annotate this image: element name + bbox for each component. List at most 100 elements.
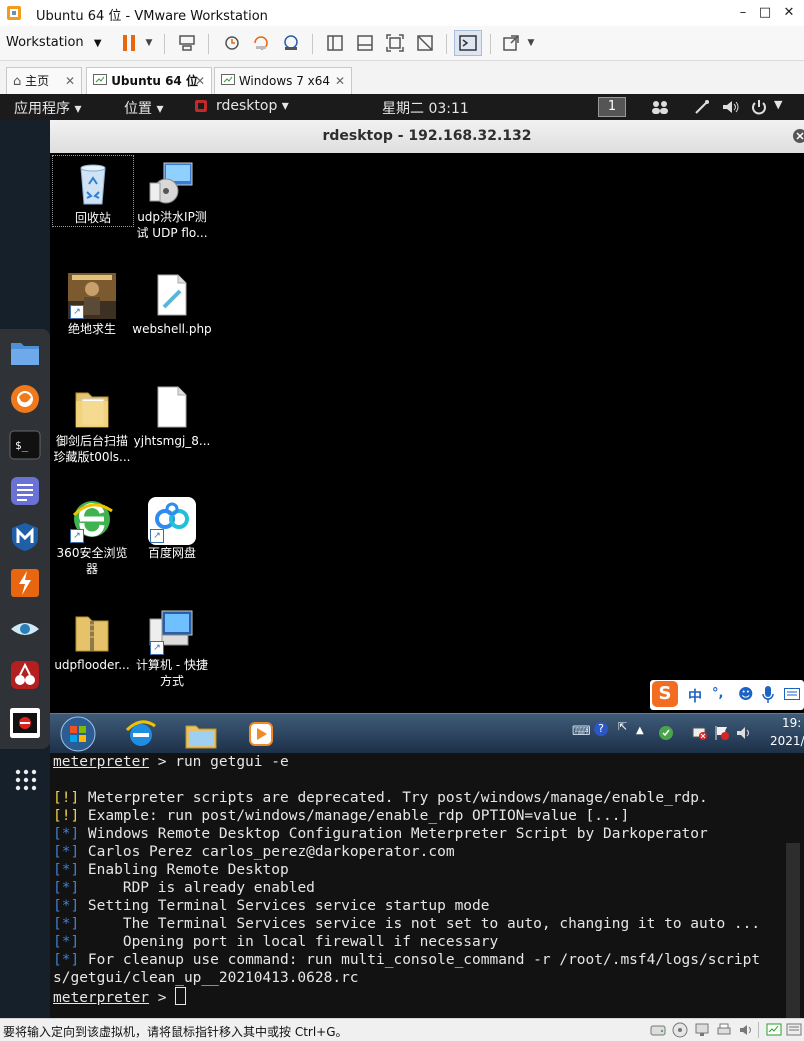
vm-tabs: ⌂ 主页 ✕ Ubuntu 64 位 ✕ Windows 7 x64 ✕: [0, 61, 804, 94]
workstation-menu[interactable]: Workstation ▼: [6, 30, 102, 56]
blank-file-icon: [157, 386, 187, 428]
system-menu-chevron-icon[interactable]: ▼: [774, 98, 782, 111]
help-icon[interactable]: ?: [594, 722, 608, 736]
tab-ubuntu[interactable]: Ubuntu 64 位 ✕: [86, 67, 212, 94]
close-button[interactable]: ✕: [778, 2, 800, 24]
shortcut-arrow-icon: ↗: [70, 529, 84, 543]
show-applications-icon[interactable]: [14, 768, 38, 792]
tab-windows7[interactable]: Windows 7 x64 ✕: [214, 67, 352, 94]
icon-label: 御剑后台扫描珍藏版t00ls...: [53, 434, 131, 464]
media-player-icon[interactable]: [244, 718, 278, 750]
rdesktop-title-bar[interactable]: rdesktop - 192.168.32.132: [50, 120, 804, 154]
minimize-button[interactable]: –: [732, 2, 754, 24]
vmware-toolbar: Workstation ▼ ▼ ▼: [0, 26, 804, 61]
show-library-button[interactable]: [322, 30, 348, 56]
tab-home[interactable]: ⌂ 主页 ✕: [6, 67, 82, 94]
workspace-indicator[interactable]: 1: [598, 97, 626, 117]
revert-snapshot-button[interactable]: [248, 30, 274, 56]
files-icon[interactable]: [9, 337, 41, 369]
thumbnail-bar-button[interactable]: [352, 30, 378, 56]
vm-display-status-icon[interactable]: [766, 1022, 782, 1038]
ime-chinese-mode[interactable]: 中: [688, 686, 702, 706]
metasploit-icon[interactable]: [9, 521, 41, 553]
network-error-icon[interactable]: [692, 725, 708, 741]
close-icon[interactable]: [792, 128, 804, 144]
soft-keyboard-icon[interactable]: [784, 688, 800, 700]
windows-start-orb-icon[interactable]: [58, 716, 98, 752]
tab-close-icon[interactable]: ✕: [335, 68, 345, 94]
icon-label: 百度网盘: [147, 546, 196, 560]
tray-date[interactable]: 2021/: [770, 734, 804, 748]
icon-label: 360安全浏览器: [56, 546, 128, 576]
desktop-icon-yujian-folder[interactable]: 御剑后台扫描珍藏版t00ls...: [52, 379, 132, 465]
console-view-button[interactable]: [454, 30, 482, 56]
restore-tray-icon[interactable]: ⇱: [618, 720, 627, 733]
full-screen-button[interactable]: [382, 30, 408, 56]
cherrytree-icon[interactable]: [9, 659, 41, 691]
network-icon[interactable]: [694, 99, 710, 115]
maximize-button[interactable]: □: [754, 2, 776, 24]
rdesktop-window[interactable]: rdesktop - 192.168.32.132 回收站 ↗ 绝地求生 御剑后…: [50, 120, 804, 1018]
action-center-flag-icon[interactable]: [714, 725, 730, 741]
stretch-dropdown-icon[interactable]: ▼: [524, 30, 538, 56]
desktop-icon-pubg[interactable]: ↗ 绝地求生: [52, 267, 132, 337]
terminal[interactable]: meterpreter > run getgui -e [!] Meterpre…: [50, 753, 804, 1018]
message-log-icon[interactable]: [786, 1022, 802, 1038]
keyboard-tray-icon[interactable]: ⌨: [572, 724, 591, 739]
terminal-line: [!] Meterpreter scripts are deprecated. …: [53, 789, 708, 807]
power-icon[interactable]: [750, 98, 768, 116]
sound-card-icon[interactable]: [738, 1022, 754, 1038]
cd-drive-icon[interactable]: [672, 1022, 688, 1038]
send-ctrl-alt-del-button[interactable]: [174, 30, 200, 56]
terminal-scrollbar[interactable]: [786, 843, 800, 1018]
emoji-icon[interactable]: ☻: [738, 685, 754, 703]
terminal-cursor[interactable]: [175, 987, 187, 1005]
snapshot-manager-button[interactable]: [278, 30, 304, 56]
volume-icon[interactable]: [722, 99, 740, 115]
show-hidden-icons-icon[interactable]: ▲: [636, 725, 644, 736]
firefox-icon[interactable]: [9, 383, 41, 415]
hard-disk-icon[interactable]: [650, 1023, 666, 1037]
network-adapter-icon[interactable]: [694, 1022, 710, 1038]
unity-button[interactable]: [412, 30, 438, 56]
internet-explorer-icon[interactable]: [124, 718, 158, 750]
desktop-icon-webshell[interactable]: webshell.php: [132, 267, 212, 337]
desktop-icon-baidu-netdisk[interactable]: ↗ 百度网盘: [132, 491, 212, 561]
microphone-icon[interactable]: [762, 686, 774, 704]
text-editor-icon[interactable]: [9, 475, 41, 507]
sogou-ime-bar[interactable]: S 中 °, ☻: [650, 680, 804, 710]
clock[interactable]: 星期二 03:11: [382, 98, 469, 118]
eye-tool-icon[interactable]: [9, 613, 41, 645]
applications-menu[interactable]: 应用程序 ▾: [14, 98, 81, 118]
rdesktop-app-menu[interactable]: rdesktop ▾: [216, 98, 289, 114]
unity-icon: [417, 35, 433, 51]
tab-close-icon[interactable]: ✕: [195, 68, 205, 94]
desktop-icon-computer[interactable]: ↗ 计算机 - 快捷方式: [132, 603, 212, 689]
printer-icon[interactable]: [716, 1022, 732, 1038]
stretch-guest-button[interactable]: [498, 30, 524, 56]
users-icon[interactable]: [650, 99, 670, 115]
tab-close-icon[interactable]: ✕: [65, 68, 75, 94]
tray-time[interactable]: 19:: [782, 716, 801, 730]
pause-dropdown-icon[interactable]: ▼: [142, 30, 156, 56]
desktop-icon-udpflooder[interactable]: udpflooder...: [52, 603, 132, 673]
pause-button[interactable]: [116, 30, 142, 56]
terminal-icon[interactable]: $_: [9, 429, 41, 461]
blocked-app-icon[interactable]: [9, 707, 41, 739]
windows-explorer-icon[interactable]: [184, 718, 218, 750]
snapshot-button[interactable]: [218, 30, 244, 56]
burpsuite-icon[interactable]: [9, 567, 41, 599]
sogou-logo-icon[interactable]: S: [652, 681, 678, 707]
desktop-icon-recycle-bin[interactable]: 回收站: [52, 155, 134, 227]
vm-display[interactable]: 应用程序 ▾ 位置 ▾ rdesktop ▾ 星期二 03:11 1 ▼ rde…: [0, 94, 804, 1018]
command-text: >: [149, 990, 176, 1006]
desktop-icon-360-browser[interactable]: ↗ 360安全浏览器: [52, 491, 132, 577]
security-flag-icon[interactable]: [658, 725, 674, 741]
windows-desktop[interactable]: 回收站 ↗ 绝地求生 御剑后台扫描珍藏版t00ls... ↗ 360安全浏览器 …: [50, 153, 804, 713]
terminal-line: [*] Enabling Remote Desktop: [53, 861, 289, 879]
places-menu[interactable]: 位置 ▾: [124, 98, 163, 118]
desktop-icon-udp-flood-test[interactable]: udp洪水IP测试 UDP flo...: [132, 155, 212, 241]
ime-punctuation-mode[interactable]: °,: [712, 686, 723, 701]
volume-icon[interactable]: [736, 725, 752, 741]
desktop-icon-yjhtsmgj[interactable]: yjhtsmgj_8...: [132, 379, 212, 449]
